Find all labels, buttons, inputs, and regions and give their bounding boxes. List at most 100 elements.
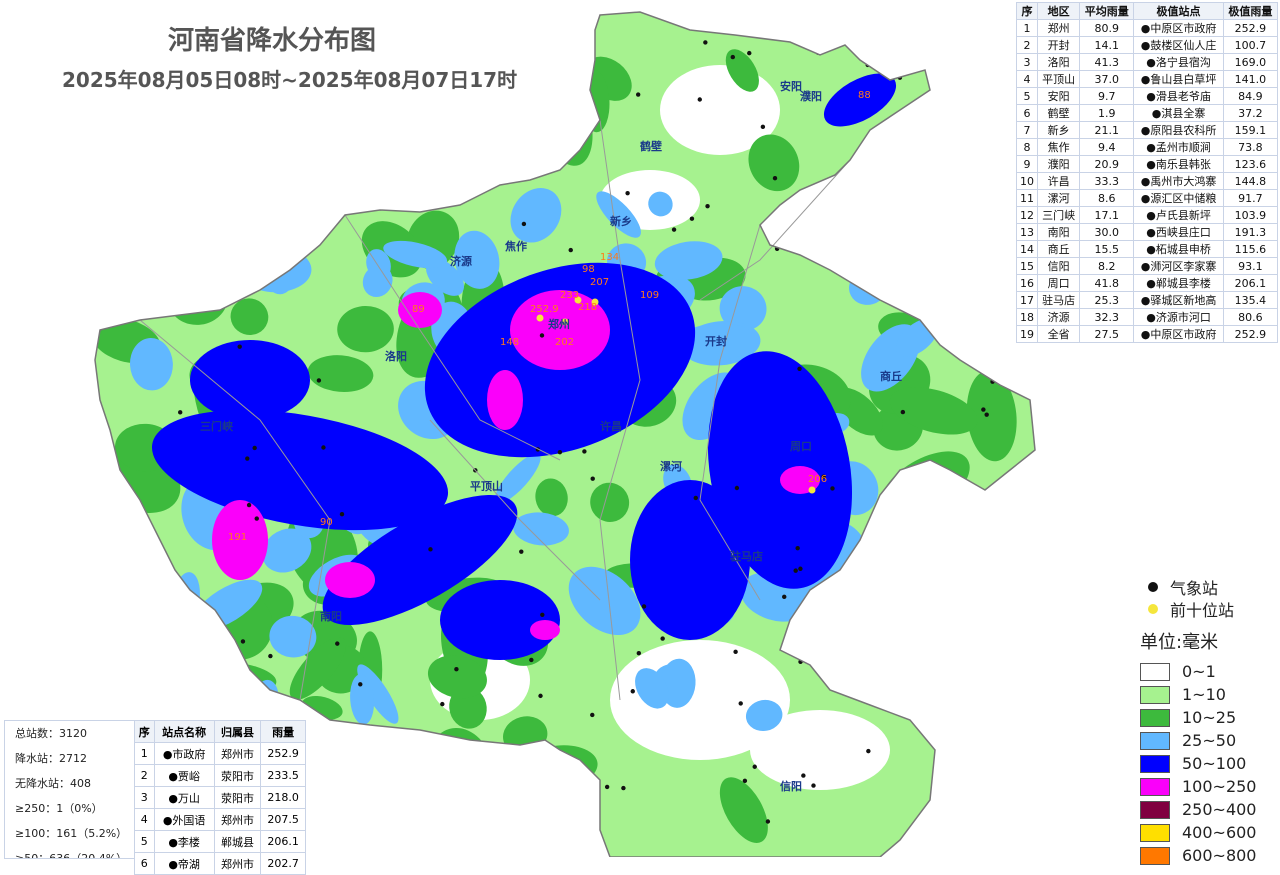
station-dot bbox=[885, 696, 890, 701]
region-table-cell: 9.4 bbox=[1079, 138, 1135, 156]
region-table-row: 9 濮阳 20.9 ●南乐县韩张 123.6 bbox=[1015, 155, 1279, 173]
station-dot bbox=[827, 651, 833, 657]
region-table-cell: ●郸城县李楼 bbox=[1133, 274, 1224, 292]
legend-bin: 1~10 bbox=[1140, 683, 1270, 706]
station-table-cell: 荥阳市 bbox=[213, 786, 262, 809]
station-dot bbox=[893, 523, 898, 529]
station-dot bbox=[122, 499, 127, 505]
station-dot bbox=[177, 410, 183, 415]
region-table-row: 4 平顶山 37.0 ●鲁山县白草坪 141.0 bbox=[1015, 70, 1279, 88]
station-dot bbox=[830, 486, 835, 491]
rainfall-area bbox=[898, 180, 929, 225]
region-table-header: 序 bbox=[1015, 2, 1039, 20]
region-table-row: 14 商丘 15.5 ●柘城县申桥 115.6 bbox=[1015, 240, 1279, 258]
station-dot bbox=[621, 785, 626, 791]
region-table-cell: 15 bbox=[1015, 257, 1039, 275]
station-table-row: 5 ●李楼 郸城县 206.1 bbox=[134, 830, 306, 853]
region-table-cell: 93.1 bbox=[1222, 257, 1279, 275]
rainfall-area bbox=[875, 556, 933, 612]
legend-marker: 前十位站 bbox=[1140, 598, 1270, 620]
city-label: 漯河 bbox=[660, 459, 682, 473]
station-dot bbox=[705, 203, 710, 209]
rainfall-area bbox=[841, 185, 912, 250]
region-table-cell: 11 bbox=[1015, 189, 1039, 207]
top-station-table: 序站点名称 归属县 雨量 1 ●市政府 郑州市 252.9 2 ●贾峪 荥阳市 233.5 3 ●万山… bbox=[134, 720, 306, 875]
legend-bin-label: 400~600 bbox=[1182, 823, 1257, 842]
station-dot-icon bbox=[1148, 604, 1158, 614]
city-label: 三门峡 bbox=[200, 419, 234, 433]
station-dot bbox=[915, 678, 920, 683]
region-table-cell: ●洛宁县宿沟 bbox=[1133, 53, 1224, 71]
stat-line: ≥250：1（0%） bbox=[15, 802, 103, 815]
legend-bin: 250~400 bbox=[1140, 798, 1270, 821]
region-table-cell: ●禹州市大鸿寨 bbox=[1133, 172, 1224, 190]
station-dot bbox=[636, 650, 642, 656]
legend-bin: 50~100 bbox=[1140, 752, 1270, 775]
station-dot bbox=[358, 682, 363, 687]
station-table-cell: 2 bbox=[134, 764, 155, 787]
region-table-cell: 17 bbox=[1015, 291, 1039, 309]
station-dot bbox=[222, 189, 227, 195]
region-table-cell: ●源汇区中储粮 bbox=[1133, 189, 1224, 207]
region-table-cell: 2 bbox=[1015, 36, 1039, 54]
region-table-cell: 南阳 bbox=[1037, 223, 1081, 241]
rainfall-value: 134 bbox=[600, 252, 619, 263]
station-dot bbox=[212, 164, 217, 169]
region-table-cell: 33.3 bbox=[1079, 172, 1135, 190]
station-dot bbox=[213, 202, 218, 207]
station-table-cell: 202.7 bbox=[260, 852, 306, 875]
stat-line: ≥100：161（5.2%） bbox=[15, 827, 128, 840]
station-dot bbox=[191, 680, 196, 685]
region-table-cell: 洛阳 bbox=[1037, 53, 1081, 71]
station-table-cell: 252.9 bbox=[260, 742, 306, 765]
rainfall-area bbox=[831, 612, 902, 679]
station-dot bbox=[798, 566, 803, 571]
city-label: 信阳 bbox=[780, 779, 802, 793]
region-table-cell: 9 bbox=[1015, 155, 1039, 173]
station-dot bbox=[671, 227, 677, 232]
region-table-cell: 1 bbox=[1015, 19, 1039, 37]
legend-bin: 600~800 bbox=[1140, 844, 1270, 867]
rainfall-value: 148 bbox=[500, 337, 519, 348]
station-dot bbox=[765, 819, 771, 824]
city-label: 安阳 bbox=[780, 79, 802, 93]
region-table-row: 8 焦作 9.4 ●孟州市顺涧 73.8 bbox=[1015, 138, 1279, 156]
station-dot-icon bbox=[1148, 582, 1158, 592]
station-table-header: 归属县 bbox=[213, 720, 262, 743]
region-table-cell: 14.1 bbox=[1079, 36, 1135, 54]
city-label: 平顶山 bbox=[470, 479, 503, 493]
rainfall-value: 191 bbox=[228, 532, 247, 543]
region-table-cell: 100.7 bbox=[1222, 36, 1279, 54]
region-table-row: 16 周口 41.8 ●郸城县李楼 206.1 bbox=[1015, 274, 1279, 292]
station-dot bbox=[529, 657, 534, 663]
legend-bin-label: 25~50 bbox=[1182, 731, 1237, 750]
station-dot bbox=[128, 309, 133, 315]
station-dot bbox=[428, 547, 433, 552]
region-table-cell: 37.0 bbox=[1079, 70, 1135, 88]
rainfall-value: 207 bbox=[590, 277, 609, 288]
city-label: 周口 bbox=[790, 440, 812, 453]
rainfall-area bbox=[140, 247, 182, 289]
station-dot bbox=[321, 445, 326, 450]
station-dot bbox=[730, 54, 735, 60]
region-table-cell: ●滑县老爷庙 bbox=[1133, 87, 1224, 105]
region-table-cell: 141.0 bbox=[1222, 70, 1279, 88]
station-table-cell: ●贾峪 bbox=[153, 764, 215, 787]
station-dot bbox=[522, 780, 527, 785]
station-dot bbox=[335, 641, 340, 646]
region-table-cell: 郑州 bbox=[1037, 19, 1081, 37]
rainfall-area bbox=[530, 78, 580, 123]
station-dot bbox=[425, 742, 431, 747]
region-table-cell: 5 bbox=[1015, 87, 1039, 105]
station-table-cell: ●外国语 bbox=[153, 808, 215, 831]
station-dot bbox=[245, 456, 250, 461]
rainfall-area bbox=[877, 606, 916, 640]
stat-line: 无降水站：408 bbox=[15, 777, 91, 790]
rainfall-value: 88 bbox=[858, 90, 871, 101]
region-table-cell: 信阳 bbox=[1037, 257, 1081, 275]
station-dot bbox=[252, 445, 257, 451]
station-dot bbox=[558, 144, 563, 150]
city-label: 驻马店 bbox=[730, 549, 763, 563]
legend-swatch bbox=[1140, 754, 1170, 773]
region-table-cell: 3 bbox=[1015, 53, 1039, 71]
